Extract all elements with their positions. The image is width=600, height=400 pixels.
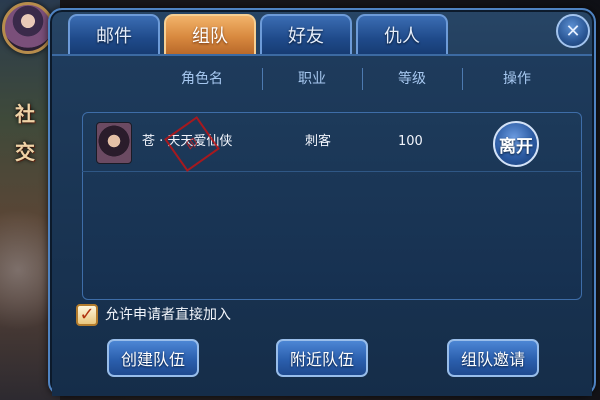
player-avatar[interactable] xyxy=(2,2,54,54)
nearby-team-button[interactable]: 附近队伍 xyxy=(276,339,368,377)
header-class: 职业 xyxy=(298,71,326,87)
side-title-char-1: 社 xyxy=(15,102,35,126)
allow-direct-join-checkbox[interactable]: ✓ xyxy=(76,304,98,326)
tab-bar: 邮件 组队 好友 仇人 xyxy=(68,14,448,54)
close-icon: ✕ xyxy=(565,20,581,42)
member-class: 刺客 xyxy=(305,134,332,149)
leave-team-button[interactable]: 离开 xyxy=(493,121,539,167)
header-level: 等级 xyxy=(398,71,426,87)
team-invite-button[interactable]: 组队邀请 xyxy=(447,339,539,377)
header-action: 操作 xyxy=(503,71,531,87)
create-team-button[interactable]: 创建队伍 xyxy=(107,339,199,377)
side-title: 社 交 xyxy=(10,95,40,171)
allow-direct-join-label: 允许申请者直接加入 xyxy=(105,307,231,323)
tab-enemies[interactable]: 仇人 xyxy=(356,14,448,54)
side-title-char-2: 交 xyxy=(15,140,35,164)
table-header: 角色名 职业 等级 操作 xyxy=(52,66,582,92)
tab-mail[interactable]: 邮件 xyxy=(68,14,160,54)
member-portrait xyxy=(96,122,132,164)
header-role-name: 角色名 xyxy=(181,71,223,87)
member-level: 100 xyxy=(398,134,423,149)
close-button[interactable]: ✕ xyxy=(556,14,590,48)
tab-friends[interactable]: 好友 xyxy=(260,14,352,54)
checkmark-icon: ✓ xyxy=(79,304,95,325)
tab-team[interactable]: 组队 xyxy=(164,14,256,54)
stamp-text: 印 xyxy=(184,135,201,153)
